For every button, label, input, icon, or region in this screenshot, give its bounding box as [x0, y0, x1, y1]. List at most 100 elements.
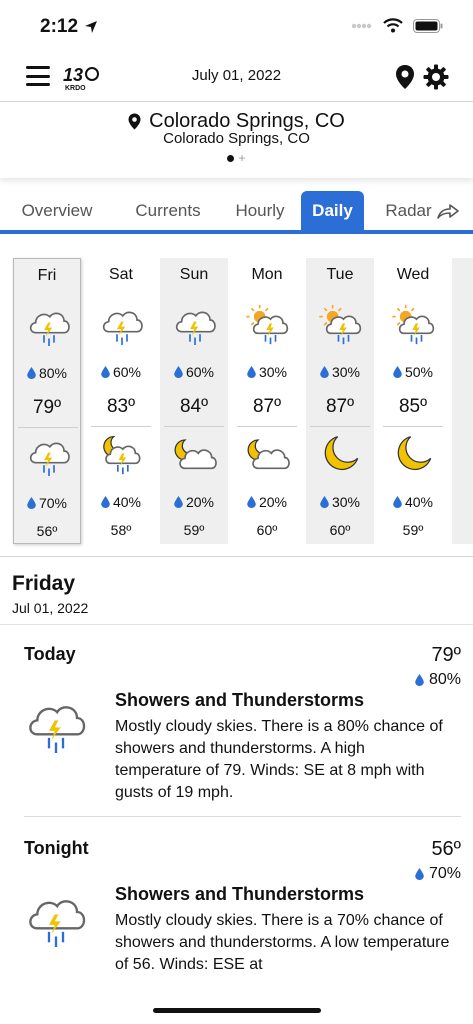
thunderstorm-icon	[24, 431, 74, 481]
moon-cloud-storm-icon	[97, 430, 147, 480]
low-temp: 59º	[402, 522, 424, 538]
day-column-fri[interactable]: Fri 80% 79º 70% 56º	[13, 258, 81, 544]
share-arrow-icon	[436, 203, 459, 219]
night-precip: 70%	[14, 495, 80, 511]
thunderstorm-icon	[97, 300, 147, 350]
rain-drop-icon	[247, 496, 256, 508]
thunderstorm-icon	[18, 884, 94, 954]
day-column-tue[interactable]: Tue 30% 87º 30% 60º	[306, 258, 374, 544]
bottom-safe-area	[0, 986, 473, 1024]
high-temp: 84º	[179, 396, 209, 417]
period-description: Mostly cloudy skies. There is a 70% chan…	[115, 912, 450, 973]
day-column-sat[interactable]: Sat 60% 83º 40% 58º	[87, 258, 155, 544]
rain-drop-icon	[320, 366, 329, 378]
high-temp: 85º	[398, 396, 428, 417]
daily-forecast-strip[interactable]: Fri 80% 79º 70% 56º Sat 60% 83º 40% 58º …	[0, 254, 473, 546]
period-temp: 79º	[431, 644, 461, 666]
day-precip: 60%	[87, 364, 155, 380]
thunderstorm-icon	[18, 690, 94, 760]
location-pin-icon[interactable]	[395, 64, 415, 90]
status-time: 2:12	[40, 16, 98, 38]
moon-icon	[389, 430, 439, 480]
next-day-column-partial[interactable]	[452, 258, 473, 544]
tab-hourly[interactable]: Hourly	[222, 191, 298, 230]
period-temp: 56º	[431, 838, 461, 860]
day-name: Sun	[179, 266, 209, 283]
period-description: Mostly cloudy skies. There is a 80% chan…	[115, 718, 443, 801]
night-precip: 20%	[160, 494, 228, 510]
night-precip: 30%	[306, 494, 374, 510]
strip-divider	[0, 556, 473, 557]
tab-currents[interactable]: Currents	[118, 191, 218, 230]
night-precip: 20%	[233, 494, 301, 510]
day-precip: 60%	[160, 364, 228, 380]
rain-drop-icon	[247, 366, 256, 378]
sun-cloud-storm-icon	[243, 300, 293, 350]
home-indicator[interactable]	[153, 1008, 321, 1013]
rain-drop-icon	[320, 496, 329, 508]
day-precip: 50%	[379, 364, 447, 380]
rain-drop-icon	[415, 674, 424, 686]
period-name: Today	[24, 644, 76, 664]
page-dot-active	[227, 154, 235, 162]
day-name: Mon	[251, 266, 283, 283]
gear-icon[interactable]	[423, 64, 449, 90]
detail-divider	[0, 624, 473, 625]
sun-cloud-storm-icon	[316, 300, 366, 350]
column-divider	[91, 426, 151, 427]
period-condition: Showers and Thunderstorms	[115, 884, 365, 904]
rain-drop-icon	[393, 366, 402, 378]
period-precip: 70%	[415, 865, 461, 883]
day-name: Tue	[326, 266, 354, 283]
battery-icon	[413, 18, 443, 33]
location-pin-small-icon	[128, 113, 141, 130]
night-precip: 40%	[379, 494, 447, 510]
tab-daily[interactable]: Daily	[301, 191, 364, 230]
location-page-dots[interactable]: +	[0, 152, 473, 164]
day-precip: 30%	[306, 364, 374, 380]
detail-day-title: Friday	[12, 572, 76, 595]
rain-drop-icon	[27, 497, 36, 509]
thunderstorm-icon	[24, 301, 74, 351]
day-name: Wed	[396, 266, 430, 283]
location-selector[interactable]: Colorado Springs, CO Colorado Springs, C…	[0, 102, 473, 178]
app-header: 13 KRDO July 01, 2022	[0, 52, 473, 102]
wifi-icon	[383, 18, 403, 33]
sun-cloud-storm-icon	[389, 300, 439, 350]
period-today: Today 79º 80% Showers and Thunderstorms …	[0, 644, 473, 814]
high-temp: 87º	[325, 396, 355, 417]
cellular-signal-icon	[351, 23, 372, 28]
night-precip: 40%	[87, 494, 155, 510]
period-name: Tonight	[24, 838, 89, 858]
low-temp: 56º	[36, 523, 58, 539]
day-precip: 80%	[14, 365, 80, 381]
period-divider	[24, 816, 461, 817]
column-divider	[18, 427, 78, 428]
high-temp: 83º	[106, 396, 136, 417]
low-temp: 60º	[256, 522, 278, 538]
tab-radar[interactable]: Radar	[374, 191, 470, 230]
period-condition: Showers and Thunderstorms	[115, 690, 365, 710]
svg-text:KRDO: KRDO	[65, 85, 86, 92]
high-temp: 79º	[32, 397, 62, 418]
location-secondary-text: Colorado Springs, CO	[163, 130, 310, 147]
low-temp: 58º	[110, 522, 132, 538]
rain-drop-icon	[393, 496, 402, 508]
moon-cloud-icon	[243, 430, 293, 480]
day-column-wed[interactable]: Wed 50% 85º 40% 59º	[379, 258, 447, 544]
low-temp: 59º	[183, 522, 205, 538]
low-temp: 60º	[329, 522, 351, 538]
rain-drop-icon	[174, 366, 183, 378]
status-time-text: 2:12	[40, 16, 79, 37]
tab-overview[interactable]: Overview	[6, 191, 108, 230]
rain-drop-icon	[174, 496, 183, 508]
column-divider	[310, 426, 370, 427]
day-column-mon[interactable]: Mon 30% 87º 20% 60º	[233, 258, 301, 544]
day-column-sun[interactable]: Sun 60% 84º 20% 59º	[160, 258, 228, 544]
add-location-dot-icon[interactable]: +	[238, 152, 245, 164]
rain-drop-icon	[415, 868, 424, 880]
detail-date: Jul 01, 2022	[12, 600, 89, 616]
thunderstorm-icon	[170, 300, 220, 350]
location-arrow-icon	[85, 21, 98, 33]
rain-drop-icon	[101, 366, 110, 378]
